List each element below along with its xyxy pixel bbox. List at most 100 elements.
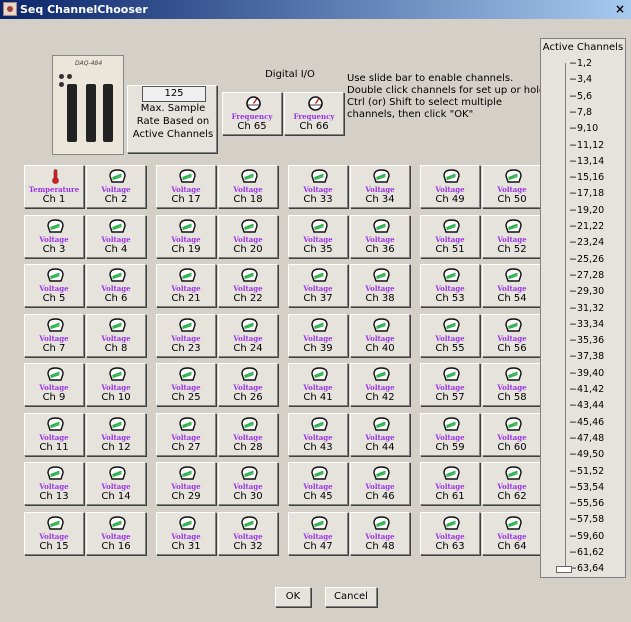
active-channels-tick[interactable]: −5,6 [569,91,592,102]
active-channels-tick[interactable]: −63,64 [569,563,604,574]
active-channels-tick[interactable]: −31,32 [569,303,604,314]
active-channels-tick[interactable]: −25,26 [569,254,604,265]
channel-button[interactable]: Voltage Ch 23 [156,314,216,357]
active-channels-tick[interactable]: −33,34 [569,319,604,330]
channel-button[interactable]: Voltage Ch 42 [350,363,410,406]
channel-button[interactable]: Voltage Ch 38 [350,264,410,307]
channel-button[interactable]: Voltage Ch 24 [218,314,278,357]
active-channels-tick[interactable]: −39,40 [569,368,604,379]
channel-button[interactable]: Voltage Ch 10 [86,363,146,406]
channel-button[interactable]: Voltage Ch 60 [482,413,542,456]
channel-button[interactable]: Voltage Ch 54 [482,264,542,307]
close-button[interactable]: × [612,1,628,17]
channel-button[interactable]: Voltage Ch 4 [86,215,146,258]
channel-button[interactable]: Voltage Ch 16 [86,512,146,555]
channel-button[interactable]: Voltage Ch 52 [482,215,542,258]
channel-button[interactable]: Voltage Ch 13 [24,462,84,505]
active-channels-tick[interactable]: −1,2 [569,58,592,69]
channel-button[interactable]: Voltage Ch 55 [420,314,480,357]
channel-button[interactable]: Voltage Ch 15 [24,512,84,555]
channel-button[interactable]: Voltage Ch 19 [156,215,216,258]
channel-button[interactable]: Voltage Ch 30 [218,462,278,505]
channel-button[interactable]: Frequency Ch 66 [284,92,344,135]
active-channels-tick[interactable]: −13,14 [569,156,604,167]
active-channels-tick[interactable]: −19,20 [569,205,604,216]
channel-button[interactable]: Voltage Ch 43 [288,413,348,456]
active-channels-slider[interactable]: Active Channels −1,2 −3,4 −5,6 −7,8 −9,10 −11… [540,38,626,578]
channel-button[interactable]: Voltage Ch 49 [420,165,480,208]
channel-button[interactable]: Voltage Ch 22 [218,264,278,307]
active-channels-tick[interactable]: −27,28 [569,270,604,281]
active-channels-tick[interactable]: −61,62 [569,547,604,558]
active-channels-tick[interactable]: −7,8 [569,107,592,118]
channel-button[interactable]: Voltage Ch 56 [482,314,542,357]
channel-button[interactable]: Voltage Ch 46 [350,462,410,505]
slider-thumb[interactable] [556,566,572,573]
active-channels-tick[interactable]: −15,16 [569,172,604,183]
channel-button[interactable]: Voltage Ch 63 [420,512,480,555]
active-channels-tick[interactable]: −17,18 [569,188,604,199]
active-channels-tick[interactable]: −57,58 [569,514,604,525]
channel-button[interactable]: Voltage Ch 27 [156,413,216,456]
channel-button[interactable]: Voltage Ch 62 [482,462,542,505]
channel-button[interactable]: Voltage Ch 45 [288,462,348,505]
channel-button[interactable]: Voltage Ch 7 [24,314,84,357]
channel-button[interactable]: Voltage Ch 64 [482,512,542,555]
active-channels-tick[interactable]: −49,50 [569,449,604,460]
channel-button[interactable]: Voltage Ch 40 [350,314,410,357]
channel-button[interactable]: Voltage Ch 26 [218,363,278,406]
channel-button[interactable]: Voltage Ch 58 [482,363,542,406]
active-channels-tick[interactable]: −3,4 [569,74,592,85]
active-channels-tick[interactable]: −51,52 [569,466,604,477]
channel-button[interactable]: Voltage Ch 2 [86,165,146,208]
channel-button[interactable]: Voltage Ch 9 [24,363,84,406]
channel-button[interactable]: Voltage Ch 51 [420,215,480,258]
active-channels-tick[interactable]: −23,24 [569,237,604,248]
channel-button[interactable]: Voltage Ch 12 [86,413,146,456]
channel-button[interactable]: Voltage Ch 36 [350,215,410,258]
active-channels-tick[interactable]: −41,42 [569,384,604,395]
channel-button[interactable]: Voltage Ch 35 [288,215,348,258]
active-channels-tick[interactable]: −35,36 [569,335,604,346]
channel-button[interactable]: Voltage Ch 25 [156,363,216,406]
channel-button[interactable]: Voltage Ch 44 [350,413,410,456]
active-channels-tick[interactable]: −45,46 [569,417,604,428]
channel-button[interactable]: Voltage Ch 14 [86,462,146,505]
active-channels-tick[interactable]: −9,10 [569,123,598,134]
channel-button[interactable]: Voltage Ch 11 [24,413,84,456]
channel-button[interactable]: Voltage Ch 8 [86,314,146,357]
channel-button[interactable]: Voltage Ch 59 [420,413,480,456]
channel-button[interactable]: Temperature Ch 1 [24,165,84,208]
channel-button[interactable]: Voltage Ch 47 [288,512,348,555]
channel-button[interactable]: Voltage Ch 28 [218,413,278,456]
channel-button[interactable]: Voltage Ch 53 [420,264,480,307]
active-channels-tick[interactable]: −55,56 [569,498,604,509]
channel-button[interactable]: Voltage Ch 6 [86,264,146,307]
cancel-button[interactable]: Cancel [325,587,377,607]
channel-button[interactable]: Voltage Ch 29 [156,462,216,505]
channel-button[interactable]: Voltage Ch 20 [218,215,278,258]
channel-button[interactable]: Voltage Ch 3 [24,215,84,258]
active-channels-tick[interactable]: −11,12 [569,140,604,151]
channel-button[interactable]: Voltage Ch 57 [420,363,480,406]
channel-button[interactable]: Voltage Ch 17 [156,165,216,208]
channel-button[interactable]: Voltage Ch 41 [288,363,348,406]
channel-button[interactable]: Voltage Ch 61 [420,462,480,505]
channel-button[interactable]: Voltage Ch 31 [156,512,216,555]
active-channels-tick[interactable]: −59,60 [569,531,604,542]
active-channels-tick[interactable]: −21,22 [569,221,604,232]
channel-button[interactable]: Voltage Ch 50 [482,165,542,208]
active-channels-tick[interactable]: −43,44 [569,400,604,411]
channel-button[interactable]: Frequency Ch 65 [222,92,282,135]
channel-button[interactable]: Voltage Ch 32 [218,512,278,555]
channel-button[interactable]: Voltage Ch 18 [218,165,278,208]
channel-button[interactable]: Voltage Ch 37 [288,264,348,307]
channel-button[interactable]: Voltage Ch 39 [288,314,348,357]
channel-button[interactable]: Voltage Ch 48 [350,512,410,555]
channel-button[interactable]: Voltage Ch 34 [350,165,410,208]
slider-track[interactable] [565,63,566,571]
channel-button[interactable]: Voltage Ch 21 [156,264,216,307]
ok-button[interactable]: OK [275,587,311,607]
channel-button[interactable]: Voltage Ch 5 [24,264,84,307]
active-channels-tick[interactable]: −29,30 [569,286,604,297]
